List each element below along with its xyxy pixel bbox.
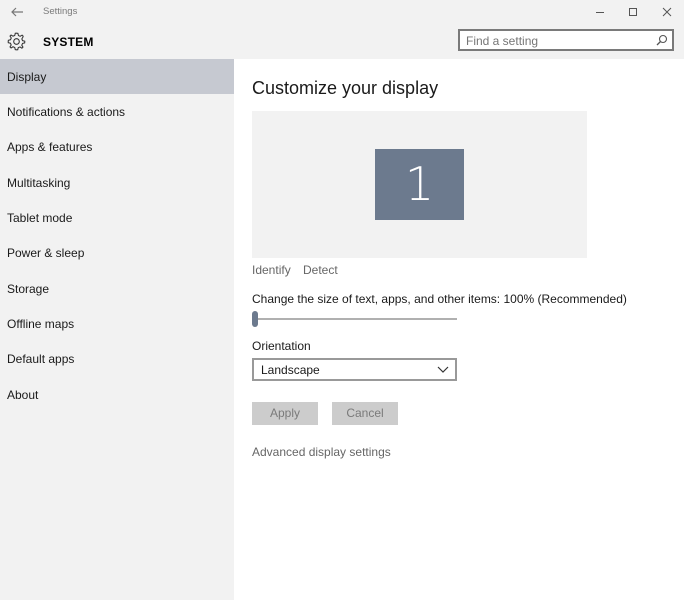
scale-slider-track[interactable]: [252, 318, 457, 320]
sidebar-item-notifications[interactable]: Notifications & actions: [0, 94, 234, 129]
minimize-icon[interactable]: [592, 4, 608, 20]
sidebar-item-label: Storage: [7, 282, 50, 296]
sidebar-item-label: Tablet mode: [7, 211, 73, 225]
sidebar-item-about[interactable]: About: [0, 377, 234, 412]
window-title: Settings: [43, 6, 78, 17]
advanced-display-settings-link[interactable]: Advanced display settings: [252, 445, 391, 459]
sidebar-item-label: Notifications & actions: [7, 105, 126, 119]
page-title: Customize your display: [252, 78, 439, 98]
orientation-dropdown[interactable]: Landscape: [252, 358, 457, 381]
sidebar: Display Notifications & actions Apps & f…: [0, 59, 234, 600]
scale-slider-thumb[interactable]: [252, 311, 258, 327]
display-preview: 1: [252, 111, 587, 258]
search-input[interactable]: [466, 33, 646, 49]
sidebar-item-storage[interactable]: Storage: [0, 271, 234, 306]
orientation-value: Landscape: [261, 363, 320, 377]
sidebar-item-label: Display: [7, 70, 47, 84]
sidebar-item-tablet-mode[interactable]: Tablet mode: [0, 200, 234, 235]
sidebar-item-label: Multitasking: [7, 176, 71, 190]
sidebar-item-default-apps[interactable]: Default apps: [0, 341, 234, 376]
cancel-button[interactable]: Cancel: [332, 402, 398, 425]
chevron-down-icon: [437, 366, 449, 373]
monitor-1-tile[interactable]: 1: [375, 149, 464, 220]
title-bar: Settings: [0, 0, 684, 24]
back-arrow-icon[interactable]: [8, 3, 26, 21]
sidebar-item-multitasking[interactable]: Multitasking: [0, 165, 234, 200]
sidebar-item-display[interactable]: Display: [0, 59, 234, 94]
scale-label: Change the size of text, apps, and other…: [252, 292, 627, 306]
sidebar-item-label: About: [7, 388, 39, 402]
sidebar-item-offline-maps[interactable]: Offline maps: [0, 306, 234, 341]
settings-header: SYSTEM: [0, 24, 684, 59]
detect-link[interactable]: Detect: [303, 263, 338, 277]
search-box[interactable]: [458, 29, 674, 51]
main-content: Customize your display 1 Identify Detect…: [234, 59, 684, 600]
orientation-label: Orientation: [252, 339, 311, 353]
identify-link[interactable]: Identify: [252, 263, 291, 277]
sidebar-item-apps-features[interactable]: Apps & features: [0, 129, 234, 164]
apply-button[interactable]: Apply: [252, 402, 318, 425]
sidebar-item-label: Offline maps: [7, 317, 75, 331]
sidebar-item-label: Power & sleep: [7, 246, 85, 260]
sidebar-item-label: Apps & features: [7, 140, 93, 154]
maximize-icon[interactable]: [625, 4, 641, 20]
gear-icon: [7, 32, 26, 51]
close-icon[interactable]: [659, 4, 675, 20]
search-icon[interactable]: [656, 34, 668, 46]
sidebar-item-label: Default apps: [7, 352, 75, 366]
sidebar-item-power-sleep[interactable]: Power & sleep: [0, 235, 234, 270]
section-title: SYSTEM: [43, 35, 94, 49]
